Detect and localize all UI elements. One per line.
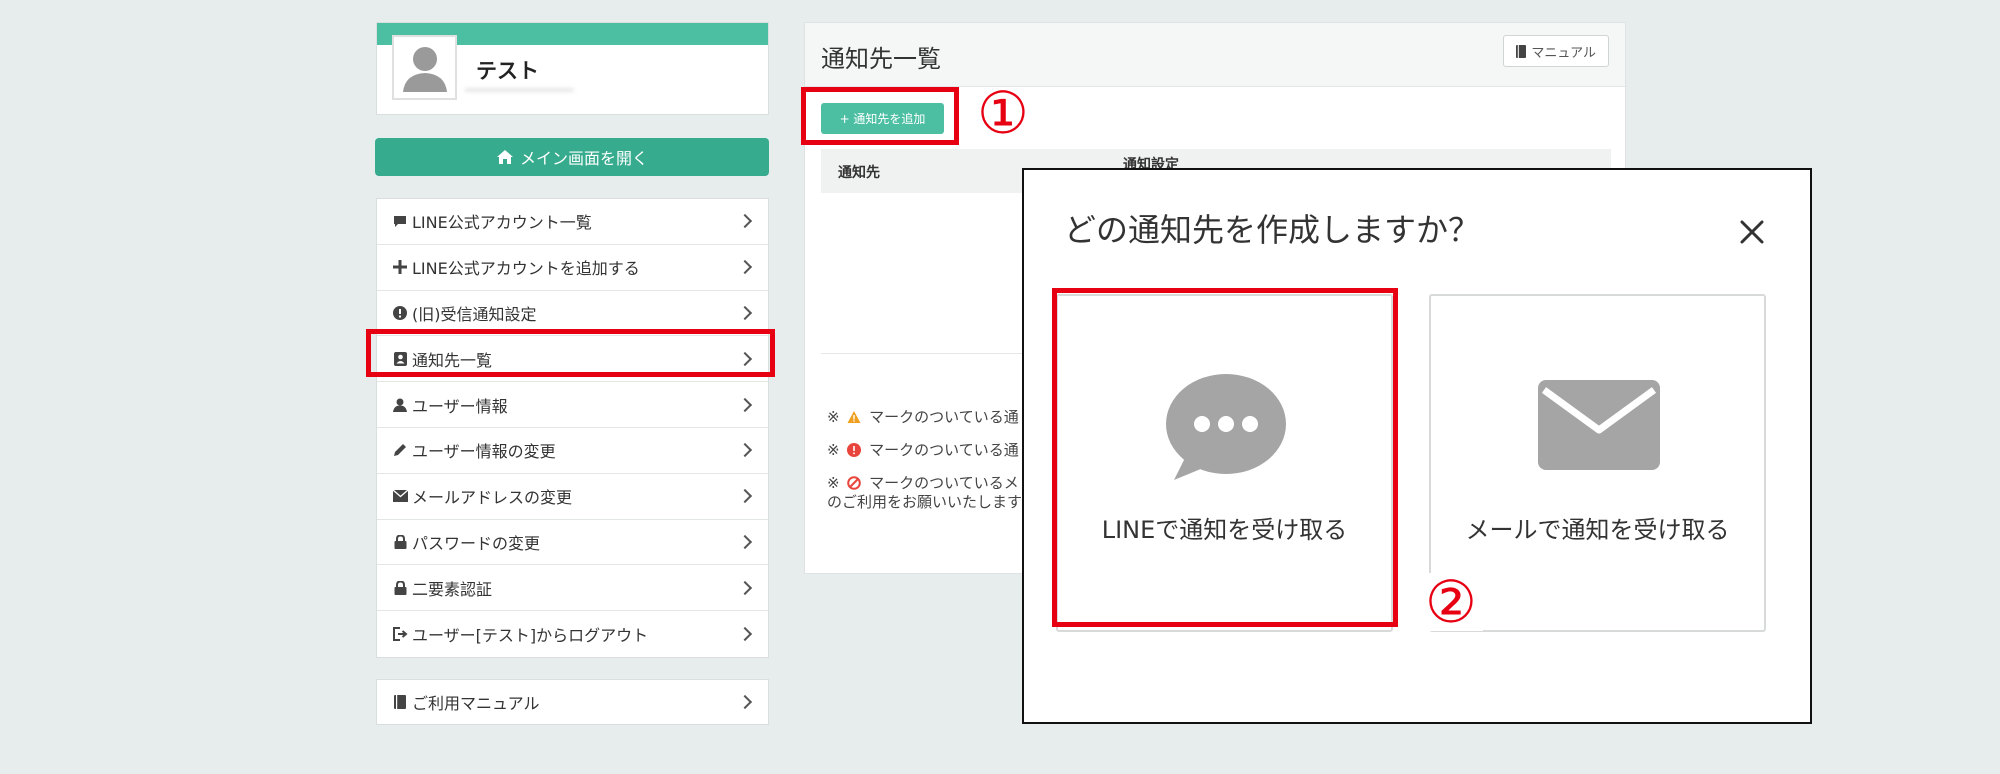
panel-header: 通知先一覧 マニュアル — [805, 23, 1625, 87]
sidebar-item-label: ユーザー情報 — [412, 396, 508, 416]
sidebar-item-change-password[interactable]: パスワードの変更 — [377, 520, 768, 566]
profile-name: テスト — [476, 59, 539, 83]
note-prefix: ※ — [827, 474, 840, 492]
sidebar-item-label: LINE公式アカウントを追加する — [412, 259, 640, 279]
chevron-right-icon — [737, 397, 753, 412]
sidebar-item-user-manual[interactable]: ご利用マニュアル — [376, 679, 769, 725]
sidebar-item-line-accounts[interactable]: LINE公式アカウント一覧 — [377, 199, 768, 245]
note-text: マークのついている通 — [869, 441, 1019, 459]
page-title: 通知先一覧 — [821, 45, 941, 73]
book-icon — [1516, 44, 1527, 58]
sidebar-item-label: パスワードの変更 — [412, 533, 541, 553]
note-text: マークのついている通 — [869, 408, 1019, 426]
note-error: ※ マークのついている通 — [827, 439, 1019, 460]
manual-button[interactable]: マニュアル — [1503, 35, 1609, 67]
sidebar-item-user-info[interactable]: ユーザー情報 — [377, 382, 768, 428]
note-blocked: ※ マークのついているメ — [827, 472, 1019, 493]
note-prefix: ※ — [827, 408, 840, 426]
plus-icon — [392, 259, 408, 275]
sidebar-item-add-line-account[interactable]: LINE公式アカウントを追加する — [377, 245, 768, 291]
user-manual-label: ご利用マニュアル — [412, 694, 540, 713]
sidebar-item-label: (旧)受信通知設定 — [412, 304, 537, 324]
sidebar-item-label: ユーザー[テスト]からログアウト — [412, 626, 649, 646]
book-icon — [392, 694, 408, 710]
highlight-add-button — [801, 87, 959, 145]
chevron-right-icon — [737, 489, 753, 504]
blocked-icon — [847, 476, 862, 490]
warning-icon — [847, 411, 861, 423]
step-1-marker: ① — [977, 79, 1029, 147]
sidebar-item-logout[interactable]: ユーザー[テスト]からログアウト — [377, 611, 768, 657]
chevron-right-icon — [737, 534, 753, 550]
alert-icon — [392, 305, 408, 321]
note-warning: ※ マークのついている通 — [827, 406, 1019, 427]
envelope-icon — [392, 488, 408, 504]
lock-icon — [392, 534, 408, 550]
sidebar-item-label: LINE公式アカウント一覧 — [412, 213, 592, 233]
chevron-right-icon — [737, 580, 753, 595]
email-option-label: メールで通知を受け取る — [1465, 516, 1730, 544]
sidebar-item-label: 二要素認証 — [412, 579, 493, 599]
chevron-right-icon — [737, 260, 753, 275]
lock-icon — [392, 580, 408, 596]
mail-icon — [1538, 380, 1660, 470]
user-icon — [392, 397, 408, 413]
avatar — [392, 35, 457, 100]
note-text: マークのついているメ — [869, 474, 1019, 492]
highlight-notification-list — [366, 329, 775, 377]
sidebar-item-edit-user-info[interactable]: ユーザー情報の変更 — [377, 428, 768, 474]
sidebar-menu: LINE公式アカウント一覧 LINE公式アカウントを追加する (旧)受信通知設定… — [376, 198, 769, 658]
sidebar-item-label: メールアドレスの変更 — [412, 488, 573, 508]
home-icon — [496, 150, 513, 164]
chevron-right-icon — [737, 626, 753, 642]
chat-icon — [392, 213, 408, 229]
manual-button-label: マニュアル — [1531, 45, 1596, 61]
sidebar-item-label: ユーザー情報の変更 — [412, 442, 556, 462]
step-2-marker: ② — [1419, 573, 1483, 631]
error-icon — [847, 443, 862, 457]
sidebar-item-change-email[interactable]: メールアドレスの変更 — [377, 474, 768, 520]
pencil-icon — [392, 442, 408, 458]
column-header: 通知先 — [838, 165, 880, 181]
highlight-line-option — [1052, 288, 1398, 627]
note-prefix: ※ — [827, 441, 840, 459]
sidebar-item-two-factor-auth[interactable]: 二要素認証 — [377, 565, 768, 612]
profile-card: テスト ━━━━━━━━━━━━━━━ — [376, 22, 769, 115]
note-continuation: のご利用をお願いいたします — [827, 493, 1023, 511]
modal-title: どの通知先を作成しますか？ — [1064, 211, 1481, 249]
open-main-screen-button[interactable]: メイン画面を開く — [375, 138, 769, 176]
chevron-right-icon — [737, 694, 753, 710]
close-icon[interactable] — [1736, 216, 1768, 248]
logout-icon — [392, 626, 408, 642]
chevron-right-icon — [737, 214, 753, 229]
profile-email-blurred: ━━━━━━━━━━━━━━━ — [465, 83, 574, 97]
open-main-screen-label: メイン画面を開く — [519, 149, 648, 168]
chevron-right-icon — [737, 305, 753, 321]
user-avatar-icon — [403, 47, 447, 92]
chevron-right-icon — [737, 443, 753, 458]
